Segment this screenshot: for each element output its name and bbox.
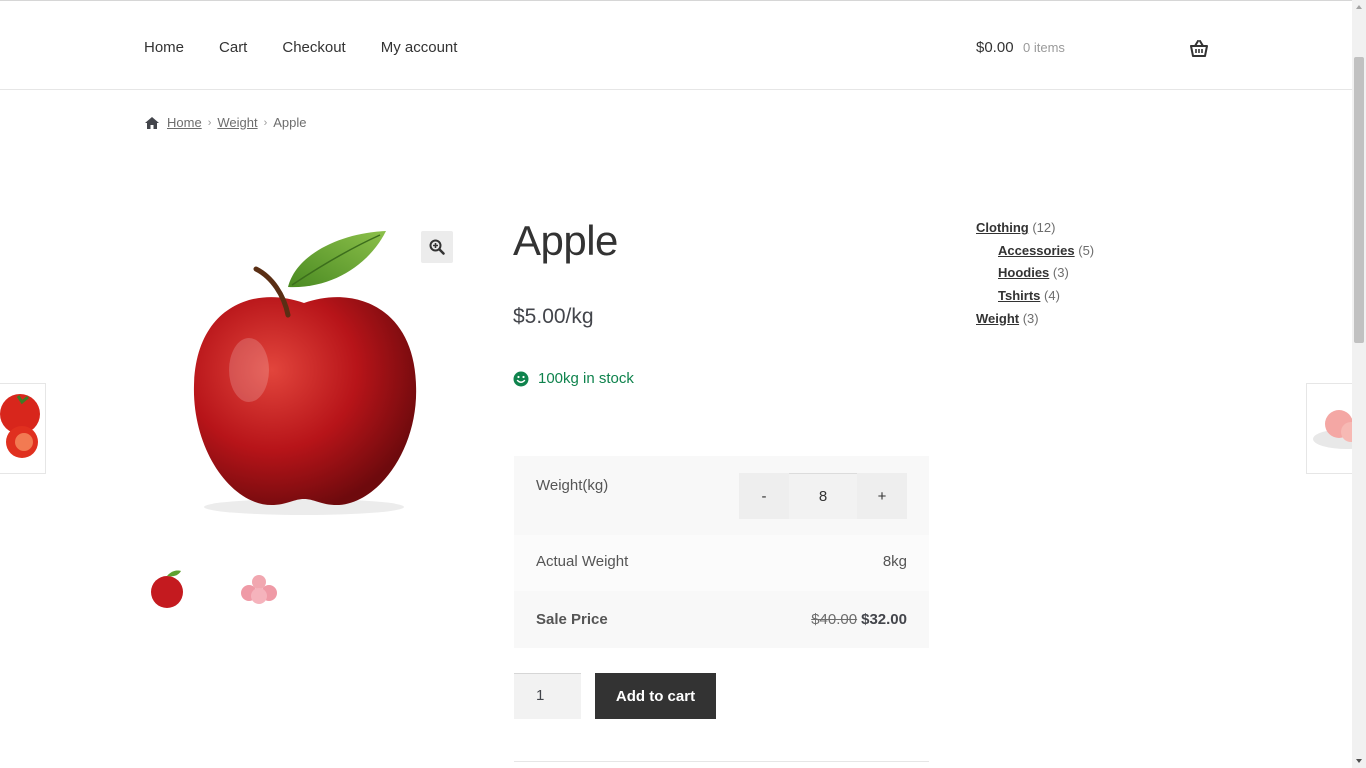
weight-pricing-table: Weight(kg) - 8 + Actual Weight 8kg Sale … bbox=[514, 456, 929, 648]
primary-navigation: Home Cart Checkout My account bbox=[144, 39, 492, 56]
nav-home[interactable]: Home bbox=[144, 39, 184, 56]
breadcrumb-home[interactable]: Home bbox=[167, 115, 202, 130]
weight-row: Weight(kg) - 8 + bbox=[514, 456, 929, 535]
scroll-down-arrow-icon[interactable] bbox=[1352, 754, 1366, 768]
category-item-weight: Weight (3) bbox=[976, 310, 1094, 333]
category-item-clothing: Clothing (12) bbox=[976, 219, 1094, 242]
previous-product-link[interactable] bbox=[0, 383, 46, 474]
gallery-thumbnail-peaches[interactable] bbox=[235, 566, 281, 612]
category-count: (5) bbox=[1078, 242, 1095, 258]
breadcrumb-separator-icon: › bbox=[207, 116, 212, 129]
category-link-tshirts[interactable]: Tshirts bbox=[998, 288, 1040, 303]
cart-amount[interactable]: $0.00 bbox=[976, 39, 1014, 56]
add-to-cart-button[interactable]: Add to cart bbox=[595, 673, 716, 719]
category-link-hoodies[interactable]: Hoodies bbox=[998, 265, 1049, 280]
smile-icon bbox=[513, 371, 529, 386]
category-link-clothing[interactable]: Clothing bbox=[976, 220, 1029, 235]
weight-increase-button[interactable]: + bbox=[857, 473, 907, 519]
weight-stepper: - 8 + bbox=[739, 473, 907, 519]
mini-cart[interactable]: $0.00 0 items bbox=[976, 39, 1208, 63]
category-count: (4) bbox=[1044, 288, 1060, 304]
product-gallery-main-image[interactable] bbox=[144, 215, 464, 525]
breadcrumb: Home › Weight › Apple bbox=[144, 115, 307, 130]
category-count: (3) bbox=[1022, 310, 1039, 326]
actual-weight-value: 8kg bbox=[882, 553, 907, 570]
tomato-thumbnail-icon bbox=[0, 394, 40, 458]
stock-text: 100kg in stock bbox=[538, 370, 634, 387]
peach-thumbnail-icon bbox=[1313, 410, 1352, 449]
next-product-link[interactable] bbox=[1306, 383, 1352, 474]
zoom-button[interactable] bbox=[421, 231, 453, 263]
nav-cart[interactable]: Cart bbox=[219, 39, 247, 56]
category-item-hoodies: Hoodies (3) bbox=[998, 264, 1094, 287]
site-header: Home Cart Checkout My account $0.00 0 it… bbox=[0, 1, 1352, 90]
category-link-weight[interactable]: Weight bbox=[976, 311, 1019, 326]
category-count: (3) bbox=[1052, 265, 1069, 281]
cart-item-count[interactable]: 0 items bbox=[1023, 40, 1065, 55]
scrollbar-thumb[interactable] bbox=[1354, 57, 1364, 343]
discounted-price: $32.00 bbox=[861, 611, 907, 628]
weight-decrease-button[interactable]: - bbox=[739, 473, 789, 519]
gallery-thumbnail-apple[interactable] bbox=[145, 566, 191, 612]
stock-status: 100kg in stock bbox=[513, 370, 634, 387]
product-categories-widget: Clothing (12) Accessories (5) Hoodies (3… bbox=[976, 219, 1094, 332]
product-title: Apple bbox=[513, 217, 618, 264]
breadcrumb-current: Apple bbox=[273, 115, 307, 130]
sale-price-label: Sale Price bbox=[536, 611, 608, 628]
category-link-accessories[interactable]: Accessories bbox=[998, 243, 1075, 258]
scroll-up-arrow-icon[interactable] bbox=[1352, 0, 1366, 14]
zoom-in-icon bbox=[429, 239, 445, 255]
category-count: (12) bbox=[1032, 220, 1056, 235]
breadcrumb-separator-icon: › bbox=[263, 116, 268, 129]
peaches-thumbnail-icon bbox=[241, 575, 277, 604]
divider bbox=[514, 761, 929, 762]
product-price: $5.00/kg bbox=[513, 305, 594, 328]
basket-icon[interactable] bbox=[1190, 40, 1208, 58]
actual-weight-row: Actual Weight 8kg bbox=[514, 535, 929, 591]
breadcrumb-weight[interactable]: Weight bbox=[217, 115, 257, 130]
apple-image-icon bbox=[193, 231, 417, 515]
sale-price-row: Sale Price $40.00 $32.00 bbox=[514, 591, 929, 648]
actual-weight-label: Actual Weight bbox=[536, 553, 629, 570]
sale-price-value: $40.00 $32.00 bbox=[811, 611, 907, 628]
weight-label: Weight(kg) bbox=[536, 477, 609, 494]
nav-my-account[interactable]: My account bbox=[381, 39, 458, 56]
nav-checkout[interactable]: Checkout bbox=[282, 39, 345, 56]
apple-thumbnail-icon bbox=[151, 570, 183, 608]
category-item-tshirts: Tshirts (4) bbox=[998, 287, 1094, 310]
quantity-input[interactable]: 1 bbox=[514, 673, 581, 719]
home-icon bbox=[145, 116, 159, 129]
regular-price: $40.00 bbox=[811, 611, 858, 628]
category-item-accessories: Accessories (5) bbox=[998, 242, 1094, 265]
weight-input[interactable]: 8 bbox=[789, 473, 857, 519]
